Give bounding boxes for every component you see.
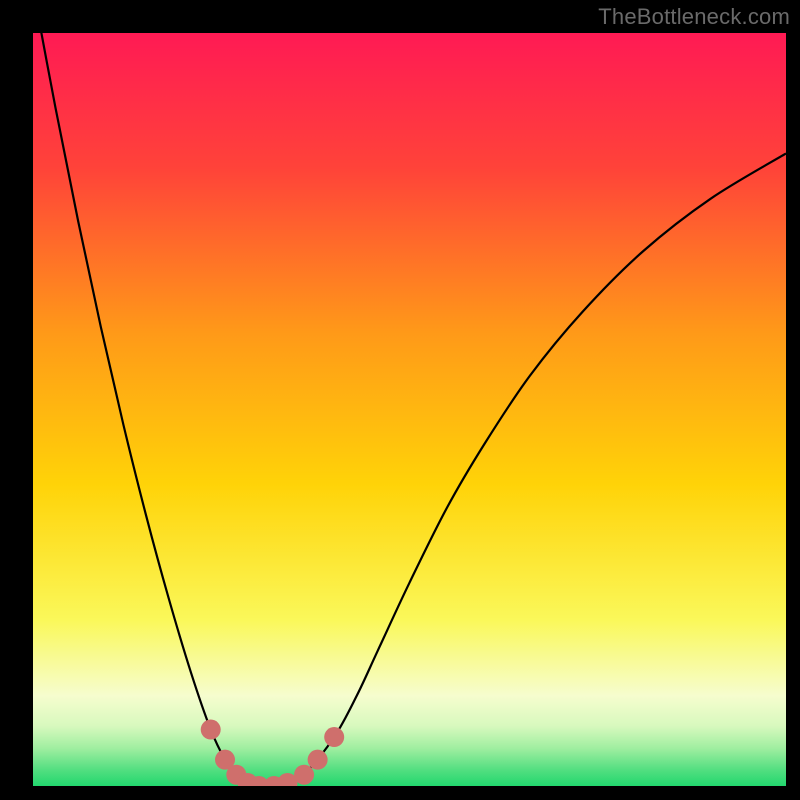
chart-frame: TheBottleneck.com bbox=[0, 0, 800, 800]
data-marker bbox=[308, 750, 328, 770]
data-marker bbox=[201, 720, 221, 740]
gradient-background bbox=[33, 33, 786, 786]
data-marker bbox=[294, 765, 314, 785]
data-marker bbox=[324, 727, 344, 747]
attribution-watermark: TheBottleneck.com bbox=[598, 4, 790, 30]
chart-canvas bbox=[33, 33, 786, 786]
